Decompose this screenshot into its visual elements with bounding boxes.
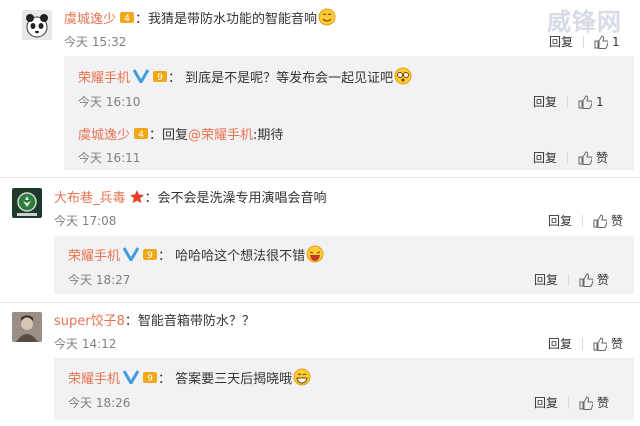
username-link[interactable]: 荣耀手机 xyxy=(68,245,120,264)
surprised-emoji-icon xyxy=(394,67,412,85)
like-button[interactable]: 赞 xyxy=(611,335,623,352)
username-link[interactable]: super饺子8 xyxy=(54,310,125,329)
timestamp: 今天 18:26 xyxy=(68,396,131,410)
verified-v-icon xyxy=(133,69,150,83)
thumbs-up-icon[interactable] xyxy=(593,213,608,228)
level-badge-icon: 4 xyxy=(133,126,149,140)
mention-link[interactable]: @荣耀手机 xyxy=(188,124,253,143)
reply-actions: 回复 赞 xyxy=(534,394,609,411)
reply-meta: 今天 18:27 xyxy=(68,271,130,288)
avatar[interactable] xyxy=(12,188,42,218)
timestamp: 今天 14:12 xyxy=(54,337,117,351)
divider xyxy=(567,151,569,164)
comment-text: ：我猜是带防水功能的智能音响 xyxy=(135,11,318,27)
reply-button[interactable]: 回复 xyxy=(548,335,572,352)
reply-button[interactable]: 回复 xyxy=(548,212,572,229)
svg-text:4: 4 xyxy=(124,14,130,24)
svg-text:9: 9 xyxy=(147,374,153,384)
reply-actions: 回复 1 xyxy=(533,93,604,110)
comment-divider xyxy=(0,302,640,303)
comment-actions: 回复 1 xyxy=(549,33,620,50)
comment-meta: 今天 14:12 xyxy=(54,335,116,352)
reply-actions: 回复 赞 xyxy=(534,271,609,288)
thumbs-up-icon[interactable] xyxy=(578,150,593,165)
verified-v-icon xyxy=(123,370,140,384)
timestamp: 今天 16:11 xyxy=(78,151,141,165)
level-badge-icon: 9 xyxy=(142,370,158,384)
timestamp: 今天 17:08 xyxy=(54,214,117,228)
username-link[interactable]: 荣耀手机 xyxy=(78,67,130,86)
reply-text-tail: :期待 xyxy=(253,127,284,143)
avatar[interactable] xyxy=(12,312,42,342)
reply-button[interactable]: 回复 xyxy=(549,33,573,50)
reply-button[interactable]: 回复 xyxy=(533,149,557,166)
username-link[interactable]: 虞城逸少 xyxy=(78,124,130,143)
star-badge-icon xyxy=(129,189,145,203)
reply-meta: 今天 18:26 xyxy=(68,394,130,411)
comment-text: ：会不会是洗澡专用演唱会音响 xyxy=(144,190,327,206)
watermark-logo: 威锋网 xyxy=(547,8,622,36)
svg-text:9: 9 xyxy=(147,251,153,261)
divider xyxy=(567,95,569,108)
reply-button[interactable]: 回复 xyxy=(534,271,558,288)
thumbs-up-icon[interactable] xyxy=(593,336,608,351)
reply-line: 虞城逸少 4 ：回复 @荣耀手机 :期待 xyxy=(78,124,284,143)
avatar[interactable] xyxy=(22,10,52,40)
reply-button[interactable]: 回复 xyxy=(533,93,557,110)
thumbs-up-icon[interactable] xyxy=(579,395,594,410)
username-link[interactable]: 虞城逸少 xyxy=(64,8,116,27)
comment-line: 虞城逸少 4 ：我猜是带防水功能的智能音响 xyxy=(64,8,336,27)
level-badge-icon: 9 xyxy=(152,69,168,83)
divider xyxy=(568,396,570,409)
divider xyxy=(568,273,570,286)
thumbs-up-icon[interactable] xyxy=(578,94,593,109)
comment-line: 大布巷_兵毒 ：会不会是洗澡专用演唱会音响 xyxy=(54,187,327,206)
level-badge-icon: 9 xyxy=(142,247,158,261)
username-link[interactable]: 大布巷_兵毒 xyxy=(54,187,126,206)
verified-v-icon xyxy=(123,247,140,261)
thumbs-up-icon[interactable] xyxy=(594,34,609,49)
like-button[interactable]: 赞 xyxy=(596,149,608,166)
reply-text: ： 到底是不是呢？等发布会一起见证吧 xyxy=(168,70,394,86)
divider xyxy=(582,214,584,227)
comment-divider xyxy=(0,177,640,178)
laughing-emoji-icon xyxy=(306,245,324,263)
reply-meta: 今天 16:11 xyxy=(78,149,140,166)
divider xyxy=(583,35,585,48)
reply-text: ：回复 xyxy=(149,127,189,143)
timestamp: 今天 15:32 xyxy=(64,35,127,49)
comment-text: ：智能音箱带防水？？ xyxy=(124,313,255,329)
svg-text:9: 9 xyxy=(157,73,163,83)
grin-emoji-icon xyxy=(293,368,311,386)
level-badge-icon: 4 xyxy=(119,10,135,24)
reply-text: ： 哈哈哈这个想法很不错 xyxy=(158,248,306,264)
reply-text: ： 答案要三天后揭晓哦 xyxy=(158,371,293,387)
comment-meta: 今天 17:08 xyxy=(54,212,116,229)
reply-actions: 回复 赞 xyxy=(533,149,608,166)
reply-line: 荣耀手机 9 ： 哈哈哈这个想法很不错 xyxy=(68,245,324,264)
reply-button[interactable]: 回复 xyxy=(534,394,558,411)
reply-line: 荣耀手机 9 ： 到底是不是呢？等发布会一起见证吧 xyxy=(78,67,412,86)
like-count[interactable]: 1 xyxy=(596,95,604,109)
timestamp: 今天 18:27 xyxy=(68,273,131,287)
reply-meta: 今天 16:10 xyxy=(78,93,140,110)
svg-text:4: 4 xyxy=(138,130,144,140)
timestamp: 今天 16:10 xyxy=(78,95,141,109)
username-link[interactable]: 荣耀手机 xyxy=(68,368,120,387)
reply-line: 荣耀手机 9 ： 答案要三天后揭晓哦 xyxy=(68,368,311,387)
comment-actions: 回复 赞 xyxy=(548,335,623,352)
like-button[interactable]: 赞 xyxy=(597,271,609,288)
comment-meta: 今天 15:32 xyxy=(64,33,126,50)
smile-emoji-icon xyxy=(318,8,336,26)
divider xyxy=(582,337,584,350)
like-count[interactable]: 1 xyxy=(612,35,620,49)
like-button[interactable]: 赞 xyxy=(597,394,609,411)
comment-line: super饺子8 ：智能音箱带防水？？ xyxy=(54,310,255,329)
like-button[interactable]: 赞 xyxy=(611,212,623,229)
comment-actions: 回复 赞 xyxy=(548,212,623,229)
thumbs-up-icon[interactable] xyxy=(579,272,594,287)
